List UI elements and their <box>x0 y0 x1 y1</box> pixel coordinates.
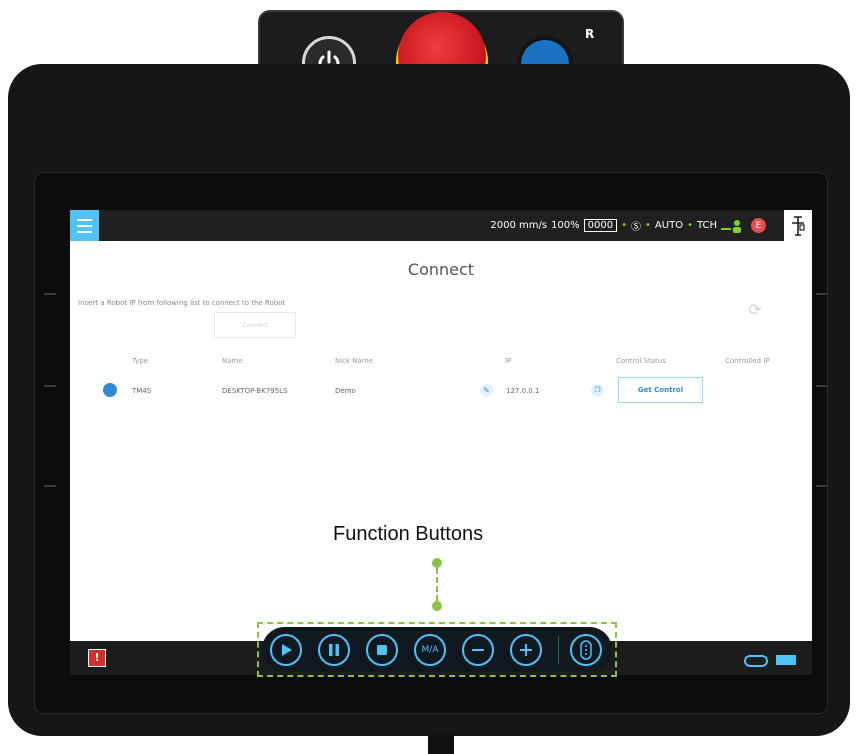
alert-icon[interactable]: ! <box>88 649 106 667</box>
function-buttons-label: Function Buttons <box>333 523 484 545</box>
page-title: Connect <box>407 260 475 279</box>
s-circle-icon: Ⓢ <box>631 222 642 233</box>
indicator-icon <box>580 640 592 660</box>
refresh-icon[interactable]: ⟳ <box>744 300 766 322</box>
status-dot-icon: • <box>687 220 693 231</box>
e-badge[interactable]: E <box>751 218 766 233</box>
row-name: DESKTOP-BK795LS <box>222 387 288 395</box>
side-notch <box>44 385 56 387</box>
minus-icon <box>472 649 484 651</box>
column-header-ip: IP <box>505 357 512 365</box>
percent-readout: 100% <box>551 220 580 231</box>
robot-tool-icon <box>792 215 805 236</box>
side-notch <box>816 485 828 487</box>
r-label: R <box>585 27 595 41</box>
get-control-button[interactable]: Get Control <box>618 377 703 403</box>
row-type: TM4S <box>132 387 152 395</box>
column-header-controlled-ip: Controlled IP <box>725 357 770 365</box>
tool-button[interactable] <box>784 210 812 241</box>
column-header-type: Type <box>132 357 149 365</box>
stop-icon <box>377 645 387 655</box>
row-ip: 127.0.0.1 <box>506 387 540 395</box>
copy-icon[interactable]: ❐ <box>591 384 604 397</box>
play-button[interactable] <box>270 634 302 666</box>
column-header-control-status: Control Status <box>616 357 666 365</box>
column-header-nick-name: Nick Name <box>335 357 373 365</box>
play-icon <box>282 644 292 656</box>
side-notch <box>816 293 828 295</box>
pause-icon <box>329 644 339 656</box>
side-notch <box>816 385 828 387</box>
user-status-icon <box>721 219 741 233</box>
instruction-text: Insert a Robot IP from following list to… <box>78 299 286 307</box>
ma-icon: M/A <box>421 645 439 655</box>
side-notch <box>44 485 56 487</box>
minus-button[interactable] <box>462 634 494 666</box>
indicator-button[interactable] <box>570 634 602 666</box>
column-header-name: Name <box>222 357 243 365</box>
function-divider <box>558 636 559 664</box>
top-status-bar: 2000 mm/s 100% 0000 • Ⓢ • AUTO • TCH E <box>70 210 812 241</box>
edit-icon[interactable]: ✎ <box>480 384 493 397</box>
plus-button[interactable] <box>510 634 542 666</box>
status-dot-icon: • <box>621 220 628 231</box>
stop-button[interactable] <box>366 634 398 666</box>
side-notch <box>44 293 56 295</box>
annotation-dot <box>432 601 442 611</box>
auto-label: AUTO <box>654 220 684 231</box>
annotation-dot <box>432 558 442 568</box>
pause-button[interactable] <box>318 634 350 666</box>
row-nickname: Demo <box>335 387 356 395</box>
manual-auto-button[interactable]: M/A <box>414 634 446 666</box>
plus-icon <box>520 644 532 656</box>
status-dot-icon: • <box>645 220 651 231</box>
tch-label: TCH <box>696 220 717 231</box>
menu-icon <box>77 218 92 221</box>
menu-icon <box>77 224 92 227</box>
menu-button[interactable] <box>70 210 99 241</box>
status-indicators: 2000 mm/s 100% 0000 • Ⓢ • AUTO • TCH E <box>490 218 766 233</box>
mode-code: 0000 <box>583 219 618 232</box>
menu-icon <box>77 230 92 233</box>
speed-readout: 2000 mm/s <box>490 220 548 231</box>
stand <box>428 733 454 754</box>
connect-button[interactable]: Connect <box>214 312 296 338</box>
connection-icon[interactable] <box>744 655 768 667</box>
keyboard-icon[interactable] <box>776 655 796 665</box>
robot-type-icon[interactable] <box>103 383 117 397</box>
annotation-connector <box>436 568 438 601</box>
